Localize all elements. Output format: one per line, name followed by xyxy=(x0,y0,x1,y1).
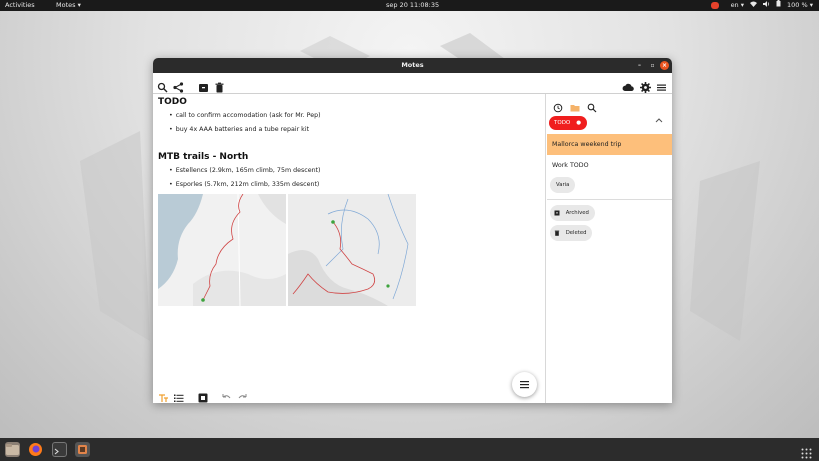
list-item: Esporles (5.7km, 212m climb, 335m descen… xyxy=(169,178,321,192)
folder-icon[interactable] xyxy=(570,98,580,117)
files-icon[interactable] xyxy=(5,442,20,457)
menu-icon[interactable] xyxy=(656,78,667,91)
dock xyxy=(0,438,819,461)
list-item: call to confirm accomodation (ask for Mr… xyxy=(169,109,321,123)
list-item: buy 4x AAA batteries and a tube repair k… xyxy=(169,123,321,137)
map-image[interactable] xyxy=(158,194,286,306)
top-bar: Activities Motes ▾ sep 20 11:08:35 en ▾ … xyxy=(0,0,819,11)
language-selector[interactable]: en ▾ xyxy=(731,0,744,11)
chevron-up-icon[interactable] xyxy=(655,117,663,125)
cloud-icon[interactable] xyxy=(622,78,634,91)
menu-icon xyxy=(520,381,529,389)
section-heading: TODO xyxy=(158,97,187,107)
notebook-chip-varia[interactable]: Varia xyxy=(550,177,576,193)
system-tray[interactable]: en ▾ 100 % ▾ xyxy=(710,0,813,11)
wifi-icon xyxy=(750,0,758,11)
delete-icon[interactable] xyxy=(214,78,225,93)
archived-button[interactable]: Archived xyxy=(550,205,595,221)
close-button[interactable]: × xyxy=(660,61,669,70)
note-list-item[interactable]: Work TODO xyxy=(547,155,672,176)
notification-icon[interactable] xyxy=(710,2,719,9)
app-window[interactable]: Motes – ▫ × TODO call to confirm acco xyxy=(153,58,672,403)
deleted-label: Deleted xyxy=(565,230,587,236)
tag-todo[interactable]: TODO ● xyxy=(549,116,587,130)
sidebar-toolbar xyxy=(547,94,672,114)
section-heading: MTB trails - North xyxy=(158,152,249,162)
window-title: Motes xyxy=(401,61,424,69)
tag-icon: ● xyxy=(576,120,581,126)
delete-icon xyxy=(554,230,560,236)
bullet-list: Estellencs (2.9km, 165m climb, 75m desce… xyxy=(169,164,321,192)
clock[interactable]: sep 20 11:08:35 xyxy=(386,0,439,11)
note-editor[interactable]: TODO call to confirm accomodation (ask f… xyxy=(153,94,546,403)
tag-label: TODO xyxy=(554,120,571,126)
search-icon[interactable] xyxy=(587,98,597,117)
bullet-list: call to confirm accomodation (ask for Mr… xyxy=(169,109,321,137)
maximize-button[interactable]: ▫ xyxy=(648,61,657,70)
chip-label: Varia xyxy=(556,182,570,188)
show-apps-icon[interactable] xyxy=(801,444,812,459)
activities-button[interactable]: Activities xyxy=(5,0,35,11)
note-title: Work TODO xyxy=(552,162,589,169)
floating-menu-button[interactable] xyxy=(512,372,537,397)
motes-app-icon[interactable] xyxy=(75,442,90,457)
archived-label: Archived xyxy=(565,210,589,216)
terminal-icon[interactable] xyxy=(52,442,67,457)
battery-level[interactable]: 100 % ▾ xyxy=(787,0,813,11)
sidebar: TODO ● Mallorca weekend trip Work TODO V… xyxy=(547,94,672,403)
history-icon[interactable] xyxy=(553,98,563,117)
battery-icon xyxy=(776,0,781,11)
app-menu[interactable]: Motes ▾ xyxy=(56,0,81,11)
title-bar[interactable]: Motes – ▫ × xyxy=(153,58,672,73)
map-image[interactable] xyxy=(288,194,416,306)
insert-image-icon[interactable] xyxy=(198,388,208,403)
redo-icon[interactable] xyxy=(238,388,248,403)
list-item: Estellencs (2.9km, 165m climb, 75m desce… xyxy=(169,164,321,178)
gear-icon[interactable] xyxy=(640,78,651,93)
archive-icon xyxy=(554,210,560,215)
archive-icon[interactable] xyxy=(198,78,209,92)
search-icon[interactable] xyxy=(157,78,168,93)
undo-icon[interactable] xyxy=(221,388,231,403)
deleted-button[interactable]: Deleted xyxy=(550,225,593,241)
divider xyxy=(547,199,672,200)
toolbar xyxy=(153,73,672,94)
note-list-item[interactable]: Mallorca weekend trip xyxy=(547,134,672,155)
note-title: Mallorca weekend trip xyxy=(552,141,622,148)
minimize-button[interactable]: – xyxy=(635,61,644,70)
firefox-icon[interactable] xyxy=(28,442,43,457)
volume-icon xyxy=(763,0,770,11)
list-format-icon[interactable] xyxy=(174,388,184,403)
text-format-icon[interactable] xyxy=(158,388,168,403)
share-icon[interactable] xyxy=(173,78,184,93)
